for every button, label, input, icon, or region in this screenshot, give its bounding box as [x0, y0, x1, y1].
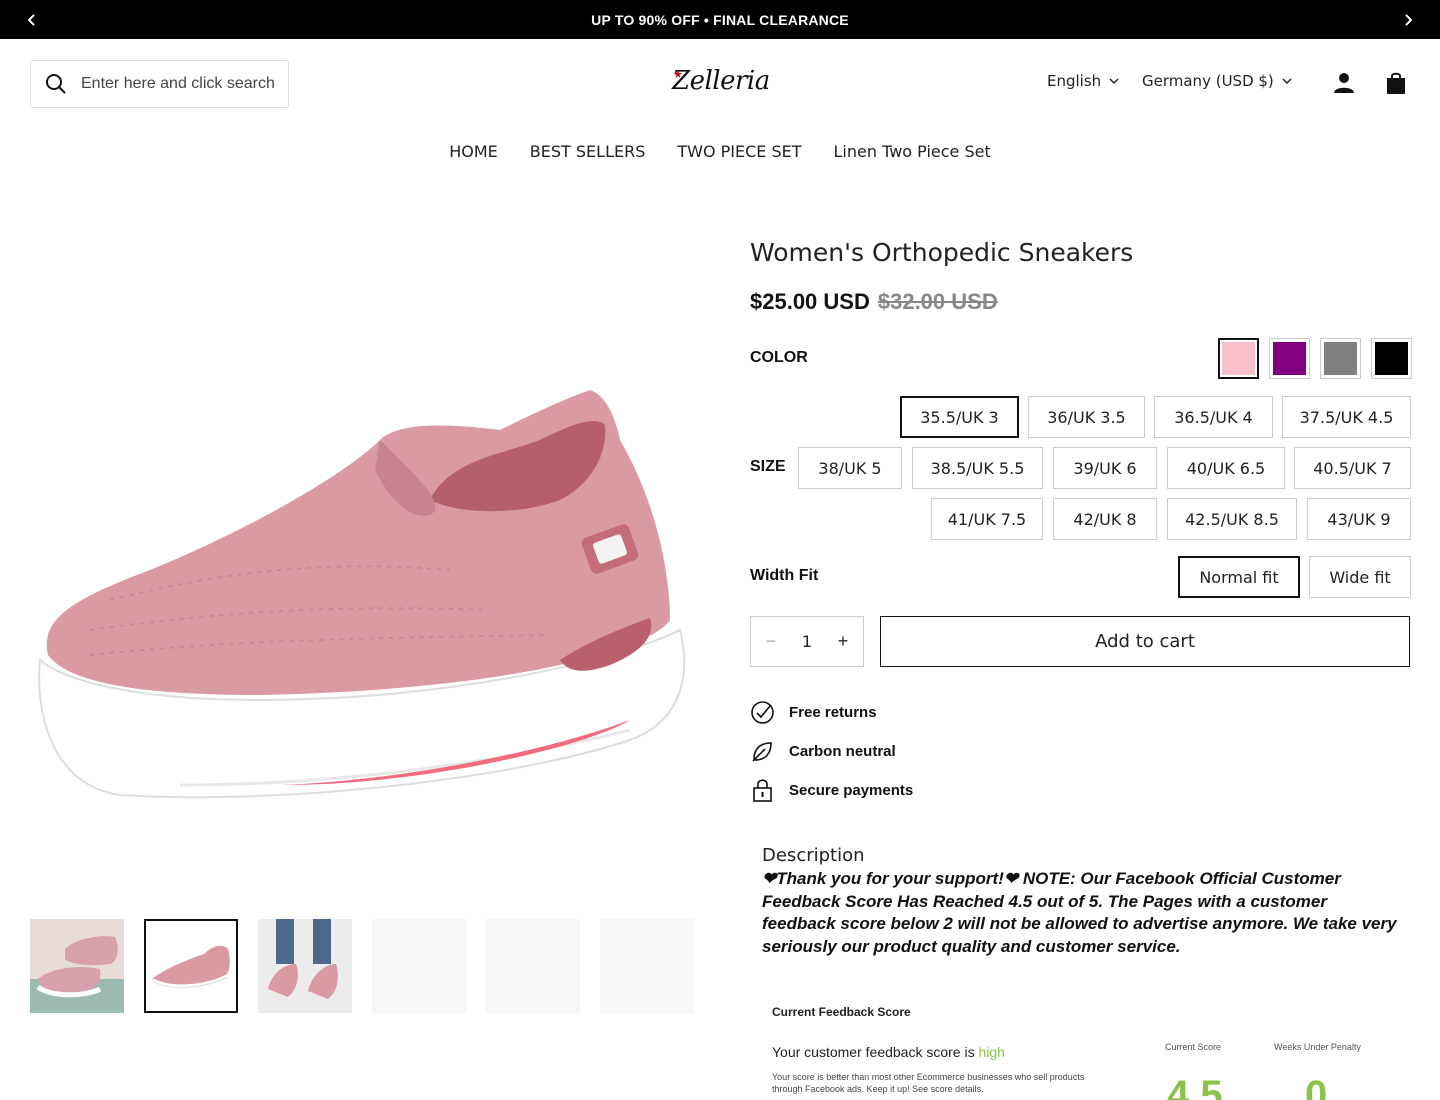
- nav-two-piece-set[interactable]: TWO PIECE SET: [677, 142, 801, 161]
- main-nav: HOME BEST SELLERS TWO PIECE SET Linen Tw…: [0, 142, 1440, 161]
- thumbnail-2[interactable]: [144, 919, 238, 1013]
- feedback-heading: Current Feedback Score: [772, 1005, 911, 1019]
- lock-icon: [753, 779, 772, 802]
- cart-icon[interactable]: [1385, 71, 1407, 95]
- thumbnail-6[interactable]: [600, 919, 694, 1013]
- swatch-black[interactable]: [1371, 338, 1412, 379]
- size-option[interactable]: 42.5/UK 8.5: [1167, 498, 1297, 540]
- size-option[interactable]: 38/UK 5: [798, 447, 902, 489]
- logo-star-icon: [674, 70, 682, 78]
- thumbnail-4[interactable]: [372, 919, 466, 1013]
- color-swatches: [1218, 338, 1412, 379]
- search-box[interactable]: [30, 60, 289, 108]
- country-label: Germany (USD $): [1142, 72, 1274, 90]
- quantity-increase-button[interactable]: +: [833, 631, 853, 652]
- size-option[interactable]: 40/UK 6.5: [1167, 447, 1285, 489]
- thumbnail-1[interactable]: [30, 919, 124, 1013]
- logo-text: Zelleria: [672, 66, 770, 96]
- search-input[interactable]: [81, 75, 281, 93]
- quantity-decrease-button[interactable]: −: [761, 631, 781, 652]
- feedback-note: Your score is better than most other Eco…: [772, 1072, 1085, 1094]
- description-text: ❤Thank you for your support!❤ NOTE: Our …: [762, 869, 1397, 956]
- feedback-score-word: high: [978, 1044, 1005, 1060]
- thumbnail-strip: [30, 919, 694, 1013]
- feature-label: Secure payments: [789, 782, 914, 799]
- feedback-score-image: Current Feedback Score Your customer fee…: [762, 995, 1402, 1100]
- size-option[interactable]: 36.5/UK 4: [1154, 396, 1273, 438]
- color-label: COLOR: [750, 349, 808, 366]
- nav-best-sellers[interactable]: BEST SELLERS: [530, 142, 646, 161]
- swatch-gray[interactable]: [1320, 338, 1361, 379]
- sale-price: $25.00 USD: [750, 289, 870, 314]
- swatch-black-fill: [1375, 342, 1408, 375]
- store-logo[interactable]: Zelleria: [672, 66, 772, 102]
- width-fit-label: Width Fit: [750, 567, 819, 584]
- size-option[interactable]: 40.5/UK 7: [1294, 447, 1411, 489]
- size-option[interactable]: 36/UK 3.5: [1028, 396, 1145, 438]
- swatch-purple[interactable]: [1269, 338, 1310, 379]
- swatch-pink-fill: [1222, 342, 1255, 375]
- thumbnail-5[interactable]: [486, 919, 580, 1013]
- size-option[interactable]: 41/UK 7.5: [931, 498, 1043, 540]
- price-block: $25.00 USD $32.00 USD: [750, 289, 998, 315]
- size-label: SIZE: [750, 458, 786, 475]
- weeks-under-penalty-value: 0: [1305, 1073, 1328, 1100]
- nav-home[interactable]: HOME: [449, 142, 498, 161]
- current-score-value: 4.5: [1167, 1073, 1223, 1100]
- add-to-cart-button[interactable]: Add to cart: [880, 616, 1410, 667]
- leaf-icon: [752, 742, 772, 762]
- next-announcement-arrow-icon[interactable]: [1398, 10, 1418, 30]
- size-option[interactable]: 43/UK 9: [1307, 498, 1411, 540]
- account-icon[interactable]: [1333, 72, 1355, 94]
- product-main-image[interactable]: [30, 240, 690, 890]
- quantity-stepper: − +: [750, 616, 864, 667]
- nav-linen-two-piece-set[interactable]: Linen Two Piece Set: [834, 142, 991, 161]
- width-normal-fit[interactable]: Normal fit: [1178, 556, 1300, 598]
- chevron-down-icon: [1282, 78, 1292, 85]
- width-wide-fit[interactable]: Wide fit: [1309, 556, 1411, 598]
- search-icon[interactable]: [45, 73, 67, 95]
- thumbnail-3[interactable]: [258, 919, 352, 1013]
- description-heading: Description: [762, 845, 865, 866]
- language-selector[interactable]: English: [1047, 72, 1119, 90]
- size-option[interactable]: 37.5/UK 4.5: [1282, 396, 1411, 438]
- size-option[interactable]: 42/UK 8: [1053, 498, 1157, 540]
- feature-label: Free returns: [789, 704, 877, 721]
- check-circle-icon: [751, 701, 774, 724]
- feedback-score-line: Your customer feedback score is high: [772, 1044, 1005, 1060]
- compare-price: $32.00 USD: [877, 289, 998, 314]
- announcement-text: UP TO 90% OFF • FINAL CLEARANCE: [591, 11, 849, 28]
- size-option[interactable]: 35.5/UK 3: [900, 396, 1019, 438]
- country-selector[interactable]: Germany (USD $): [1142, 72, 1292, 90]
- swatch-purple-fill: [1273, 342, 1306, 375]
- chevron-down-icon: [1109, 78, 1119, 85]
- feature-label: Carbon neutral: [789, 743, 896, 760]
- swatch-pink[interactable]: [1218, 338, 1259, 379]
- feedback-score-prefix: Your customer feedback score is: [772, 1044, 975, 1060]
- quantity-input[interactable]: [792, 632, 822, 651]
- language-label: English: [1047, 72, 1102, 90]
- announcement-bar: UP TO 90% OFF • FINAL CLEARANCE: [0, 0, 1440, 39]
- current-score-label: Current Score: [1165, 1042, 1222, 1052]
- feature-carbon-neutral: Carbon neutral: [750, 739, 896, 764]
- size-option[interactable]: 39/UK 6: [1053, 447, 1157, 489]
- feature-secure-payments: Secure payments: [750, 778, 913, 803]
- weeks-under-penalty-label: Weeks Under Penalty: [1274, 1042, 1361, 1052]
- size-option[interactable]: 38.5/UK 5.5: [912, 447, 1043, 489]
- prev-announcement-arrow-icon[interactable]: [22, 10, 42, 30]
- product-title: Women's Orthopedic Sneakers: [750, 238, 1134, 267]
- feature-free-returns: Free returns: [750, 700, 877, 725]
- swatch-gray-fill: [1324, 342, 1357, 375]
